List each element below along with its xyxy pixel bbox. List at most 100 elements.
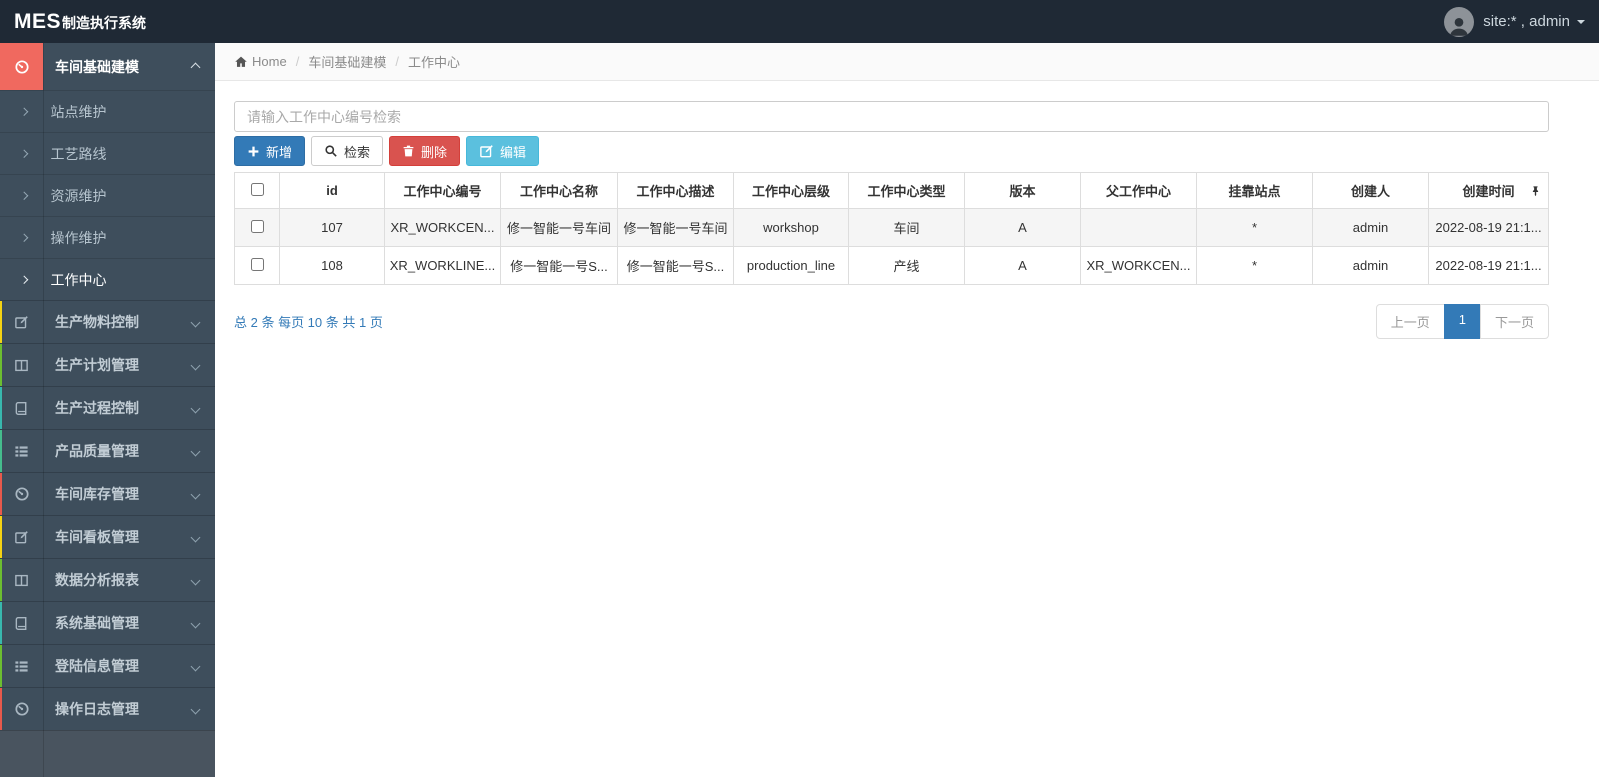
sidebar-subitem[interactable]: 操作维护: [0, 216, 215, 258]
group-color-stripe: [0, 387, 2, 429]
prev-page-button[interactable]: 上一页: [1375, 304, 1445, 339]
group-color-stripe: [0, 344, 2, 386]
user-label: site:* , admin: [1483, 13, 1570, 30]
sidebar-group[interactable]: 生产过程控制: [0, 386, 215, 429]
column-header: 创建时间: [1428, 172, 1549, 209]
home-icon: [234, 55, 248, 69]
group-color-stripe: [0, 688, 2, 730]
table-cell: 108: [279, 246, 385, 285]
sidebar-subitem[interactable]: 工艺路线: [0, 132, 215, 174]
column-header: id: [279, 172, 385, 209]
add-button[interactable]: 新增: [234, 136, 306, 166]
breadcrumb-item: 工作中心: [407, 55, 460, 70]
table-cell: 修一智能一号车间: [617, 208, 734, 247]
search-button[interactable]: 检索: [311, 136, 384, 166]
table-row[interactable]: 108 XR_WORKLINE... 修一智能一号S... 修一智能一号S... pro…: [234, 246, 1549, 285]
search-input[interactable]: [234, 101, 1549, 132]
app-logo[interactable]: MES 制造执行系统: [14, 10, 146, 34]
sidebar-group-label: 登陆信息管理: [55, 658, 139, 674]
sidebar-subitem-label: 资源维护: [50, 187, 107, 204]
sidebar-group[interactable]: 数据分析报表: [0, 558, 215, 601]
table-cell: 107: [279, 208, 385, 247]
table-cell: *: [1196, 246, 1313, 285]
table-cell: 修一智能一号S...: [500, 246, 618, 285]
row-checkbox[interactable]: [250, 219, 264, 233]
edit-button[interactable]: 编辑: [466, 136, 540, 166]
group-color-stripe: [0, 645, 2, 687]
sidebar-subitem-label: 工作中心: [50, 271, 107, 288]
sidebar-group[interactable]: 生产物料控制: [0, 300, 215, 343]
sidebar-subitem[interactable]: 站点维护: [0, 90, 215, 132]
sidebar-subitem[interactable]: 资源维护: [0, 174, 215, 216]
sidebar-group[interactable]: 车间库存管理: [0, 472, 215, 515]
sidebar-group-active[interactable]: 车间基础建模: [0, 43, 215, 90]
table-cell: admin: [1312, 246, 1429, 285]
column-header: 工作中心编号: [384, 172, 501, 209]
gauge-icon: [0, 688, 43, 730]
sidebar-subitem[interactable]: 工作中心: [0, 258, 215, 300]
chevron-down-icon: [190, 485, 201, 503]
sidebar-group[interactable]: 生产计划管理: [0, 343, 215, 386]
column-header: 工作中心类型: [848, 172, 965, 209]
column-header: 创建人: [1312, 172, 1429, 209]
sidebar-group-label: 产品质量管理: [55, 443, 139, 459]
book-icon: [0, 387, 43, 429]
gauge-icon: [0, 473, 43, 515]
sidebar-group[interactable]: 车间看板管理: [0, 515, 215, 558]
search-icon: [324, 144, 338, 158]
list-icon: [0, 430, 43, 472]
main-panel: Home/车间基础建模/工作中心 新增 检索 删除 编辑 id工作中心编号工作: [215, 43, 1599, 777]
row-checkbox[interactable]: [250, 257, 264, 271]
column-header: 版本: [964, 172, 1081, 209]
workcenter-table: id 工作中心编号 工作中心名称 工作中心描述 工作中心层级 工作中心类型 版本 父工作中心挂…: [234, 172, 1549, 285]
caret-down-icon: [1577, 19, 1585, 24]
chevron-down-icon: [190, 700, 201, 718]
chevron-down-icon: [190, 356, 201, 374]
sidebar-group[interactable]: 操作日志管理: [0, 687, 215, 730]
table-header-row: id 工作中心编号 工作中心名称 工作中心描述 工作中心层级 工作中心类型 版本 父工作中心挂…: [234, 172, 1549, 209]
table-cell: A: [964, 208, 1081, 247]
user-menu[interactable]: site:* , admin: [1444, 6, 1585, 37]
next-page-button[interactable]: 下一页: [1479, 304, 1549, 339]
column-header: 父工作中心: [1080, 172, 1197, 209]
delete-button[interactable]: 删除: [389, 136, 461, 166]
table-footer: 总 2 条 每页 10 条 共 1 页 上一页 1 下一页: [234, 304, 1549, 339]
avatar: [1444, 6, 1475, 37]
table-cell: 修一智能一号车间: [500, 208, 618, 247]
gauge-icon: [0, 43, 43, 90]
chevron-down-icon: [190, 657, 201, 675]
sidebar-group-label: 车间看板管理: [55, 529, 139, 545]
group-color-stripe: [0, 301, 2, 343]
chevron-right-icon: [19, 107, 28, 116]
sidebar-group[interactable]: 系统基础管理: [0, 601, 215, 644]
breadcrumb-item[interactable]: Home: [252, 54, 287, 69]
pin-icon[interactable]: [1530, 185, 1541, 197]
group-color-stripe: [0, 516, 2, 558]
search-button-label: 检索: [344, 144, 371, 160]
column-header: 工作中心描述: [617, 172, 734, 209]
sidebar-group[interactable]: 产品质量管理: [0, 429, 215, 472]
table-cell: XR_WORKCEN...: [384, 208, 501, 247]
logo-text-secondary: 制造执行系统: [62, 14, 147, 31]
columns-icon: [0, 559, 43, 601]
sidebar-group[interactable]: 登陆信息管理: [0, 644, 215, 687]
pagination: 上一页 1 下一页: [1375, 304, 1549, 339]
list-icon: [0, 645, 43, 687]
edit-icon: [0, 516, 43, 558]
chevron-right-icon: [19, 275, 28, 284]
chevron-right-icon: [19, 191, 28, 200]
table-cell: workshop: [733, 208, 849, 247]
edit-icon: [0, 301, 43, 343]
table-cell: 修一智能一号S...: [617, 246, 734, 285]
select-all-checkbox[interactable]: [250, 182, 264, 196]
column-header: 工作中心层级: [733, 172, 849, 209]
trash-icon: [402, 144, 415, 158]
table-cell: 产线: [848, 246, 965, 285]
chevron-right-icon: [19, 233, 28, 242]
sidebar: 车间基础建模 站点维护 工艺路线资源维护操作维护工作中心 生产物料控制 生产计划管理…: [0, 43, 215, 777]
chevron-down-icon: [190, 442, 201, 460]
page-1-button[interactable]: 1: [1443, 304, 1481, 339]
table-row[interactable]: 107 XR_WORKCEN... 修一智能一号车间 修一智能一号车间 workshop…: [234, 208, 1549, 247]
chevron-down-icon: [190, 399, 201, 417]
breadcrumb-item[interactable]: 车间基础建模: [308, 52, 386, 71]
